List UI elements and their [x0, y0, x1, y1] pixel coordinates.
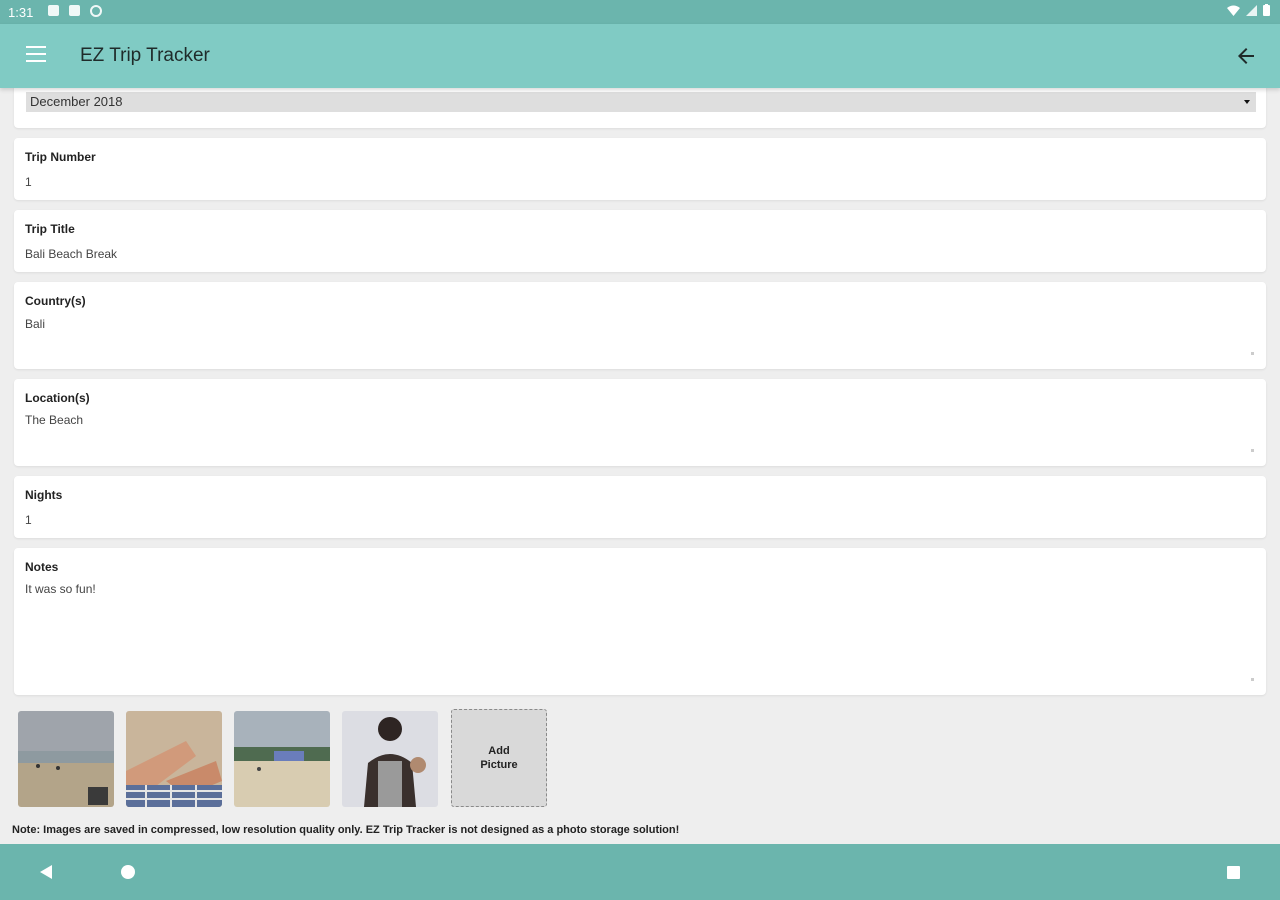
status-right-icons	[1227, 4, 1270, 16]
trip-number-field[interactable]: Trip Number 1	[14, 138, 1266, 200]
month-select[interactable]: December 2018	[26, 92, 1256, 112]
app-title: EZ Trip Tracker	[80, 45, 210, 66]
nights-label: Nights	[25, 488, 63, 502]
system-nav-bar	[0, 844, 1280, 900]
locations-label: Location(s)	[25, 391, 90, 405]
notes-label: Notes	[25, 560, 59, 574]
app-bar: EZ Trip Tracker	[0, 24, 1280, 88]
battery-icon	[1263, 4, 1270, 16]
nights-field[interactable]: Nights 1	[14, 476, 1266, 538]
beach-photo-image	[18, 711, 114, 807]
status-time: 1:31	[8, 5, 34, 20]
notification-icon	[48, 5, 59, 16]
month-card: December 2018	[14, 88, 1266, 128]
trip-title-value[interactable]: Bali Beach Break	[25, 247, 117, 261]
trip-photo-shore[interactable]	[234, 711, 330, 807]
resize-handle[interactable]	[1251, 678, 1254, 681]
signal-icon	[1246, 4, 1257, 16]
trip-title-label: Trip Title	[25, 222, 75, 236]
image-quality-note: Note: Images are saved in compressed, lo…	[12, 824, 680, 836]
wifi-icon	[1227, 5, 1240, 16]
month-select-value: December 2018	[30, 94, 123, 109]
notes-value[interactable]: It was so fun!	[25, 582, 96, 596]
nav-back-icon[interactable]	[40, 865, 52, 879]
trip-form: December 2018 Trip Number 1 Trip Title B…	[0, 88, 1280, 844]
dropdown-arrow-icon	[1244, 100, 1250, 104]
shore-photo-image	[234, 711, 330, 807]
trip-number-label: Trip Number	[25, 150, 96, 164]
status-bar: 1:31	[0, 0, 1280, 24]
locations-value[interactable]: The Beach	[25, 413, 83, 427]
notes-field[interactable]: Notes It was so fun!	[14, 548, 1266, 695]
status-icons	[48, 5, 102, 17]
nav-recents-icon[interactable]	[1227, 866, 1240, 879]
locations-field[interactable]: Location(s) The Beach	[14, 379, 1266, 466]
legs-photo-image	[126, 711, 222, 807]
trip-photo-beach[interactable]	[18, 711, 114, 807]
hamburger-menu-icon[interactable]	[26, 46, 46, 66]
countries-field[interactable]: Country(s) Bali	[14, 282, 1266, 369]
countries-label: Country(s)	[25, 294, 86, 308]
countries-value[interactable]: Bali	[25, 317, 45, 331]
nav-home-icon[interactable]	[121, 865, 135, 879]
sync-icon	[90, 5, 102, 17]
resize-handle[interactable]	[1251, 449, 1254, 452]
back-arrow-icon[interactable]	[1234, 44, 1258, 68]
add-picture-button[interactable]: Add Picture	[451, 709, 547, 807]
trip-title-field[interactable]: Trip Title Bali Beach Break	[14, 210, 1266, 272]
trip-number-value[interactable]: 1	[25, 175, 32, 189]
trip-photo-legs[interactable]	[126, 711, 222, 807]
person-photo-image	[342, 711, 438, 807]
trip-photo-person[interactable]	[342, 711, 438, 807]
sd-card-icon	[69, 5, 80, 16]
nights-value[interactable]: 1	[25, 513, 32, 527]
resize-handle[interactable]	[1251, 352, 1254, 355]
